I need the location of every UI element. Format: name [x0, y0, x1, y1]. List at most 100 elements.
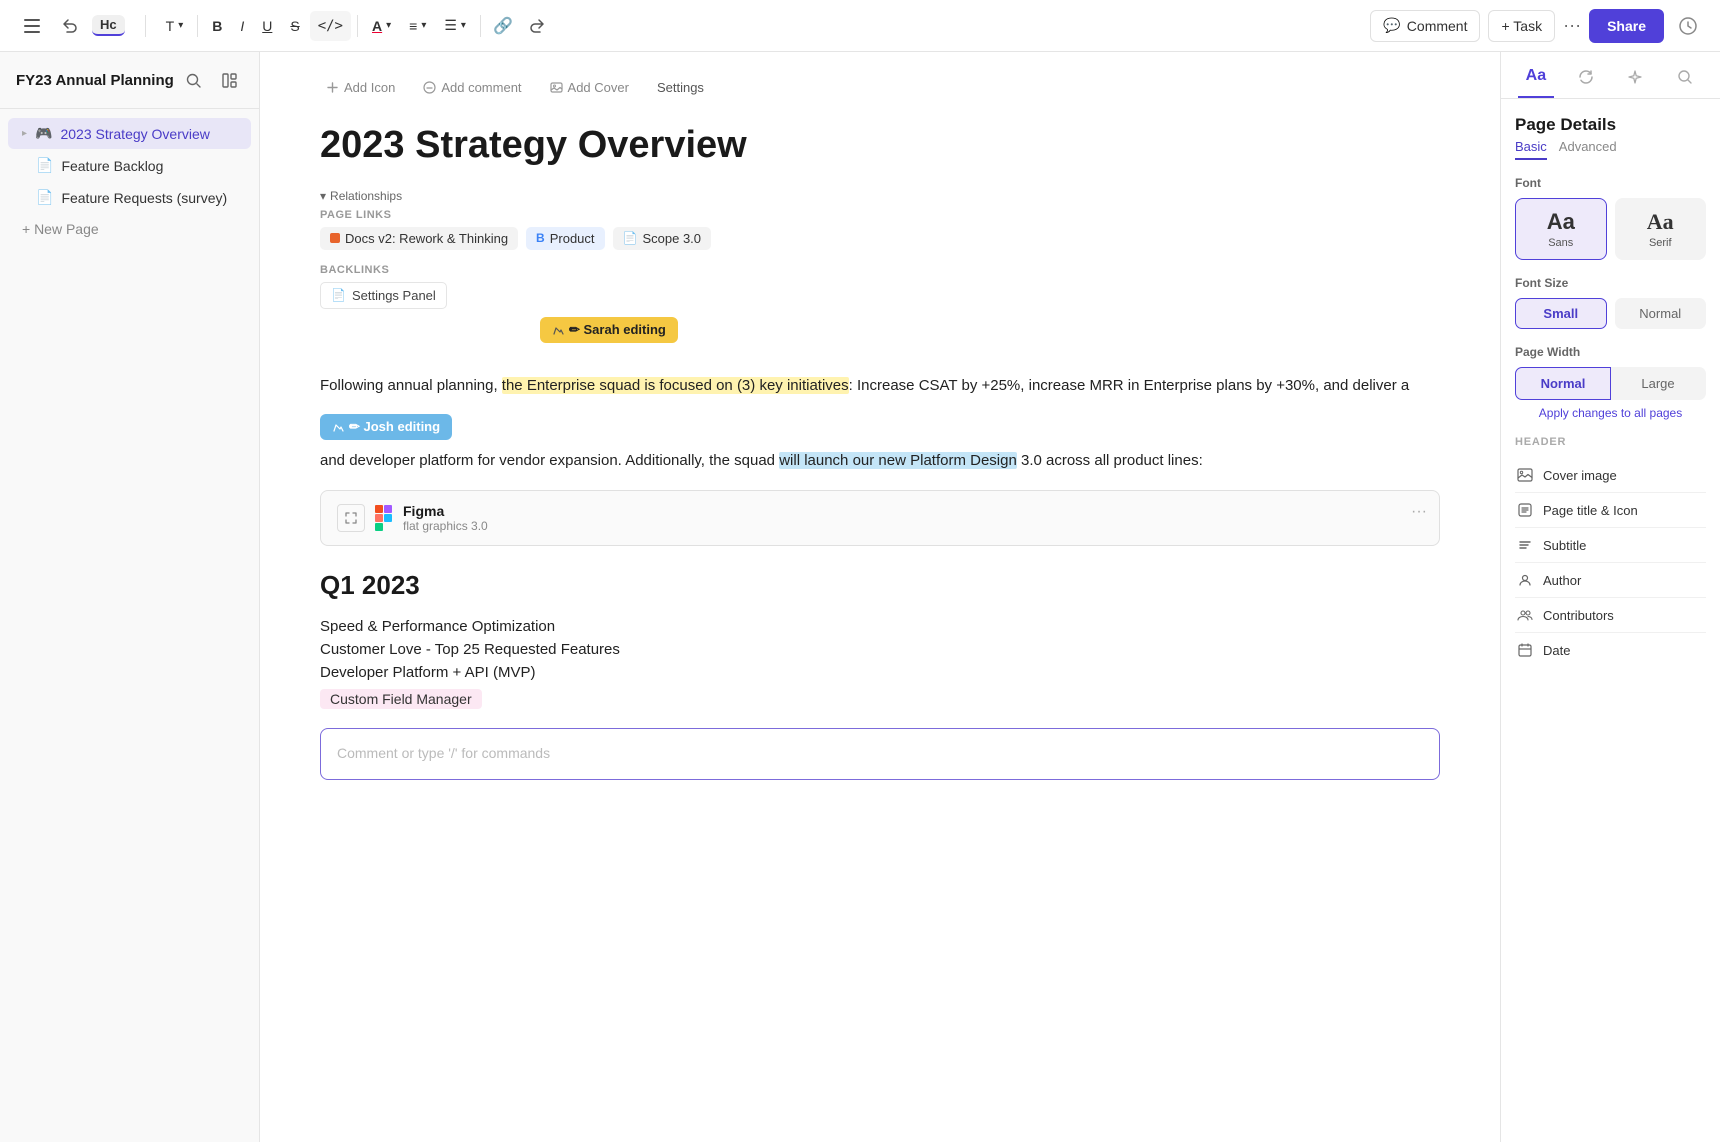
- panel-tab-refresh-icon[interactable]: [1568, 62, 1604, 98]
- new-page-btn[interactable]: + New Page: [8, 214, 251, 244]
- contributors-label: Contributors: [1543, 608, 1614, 623]
- highlight-enterprise: the Enterprise squad is focused on (3) k…: [502, 377, 849, 394]
- align-btn[interactable]: ≡ ▾: [401, 11, 434, 41]
- width-option-normal[interactable]: Normal: [1515, 367, 1611, 400]
- date-label: Date: [1543, 643, 1570, 658]
- header-option-date[interactable]: Date: [1515, 633, 1706, 667]
- font-option-serif[interactable]: Aa Serif: [1615, 198, 1707, 260]
- collaboration-bar: ✏ Sarah editing: [320, 325, 1440, 365]
- page-meta-bar: Add Icon Add comment Add Cover Settings: [320, 76, 1440, 103]
- panel-section-title: Page Details: [1515, 115, 1706, 135]
- comment-btn[interactable]: 💬 Comment: [1370, 10, 1480, 42]
- bold-btn[interactable]: B: [204, 11, 230, 41]
- main-layout: FY23 Annual Planning ▸ 🎮 2023 Strategy O…: [0, 52, 1720, 1142]
- cover-image-label: Cover image: [1543, 468, 1617, 483]
- toolbar: Hc T ▾ B I U S </> A ▾ ≡ ▾ ☰ ▾ 🔗: [0, 0, 1720, 52]
- header-option-page-title-icon[interactable]: Page title & Icon: [1515, 493, 1706, 528]
- josh-badge-label: ✏ Josh editing: [349, 419, 440, 435]
- backlink-icon: 📄: [331, 288, 346, 302]
- body-text-2: : Increase CSAT by +25%, increase MRR in…: [849, 377, 1410, 394]
- size-options: Small Normal: [1515, 298, 1706, 329]
- strategy-icon: 🎮: [35, 125, 52, 142]
- sarah-badge: ✏ Sarah editing: [540, 317, 678, 343]
- size-option-normal[interactable]: Normal: [1615, 298, 1707, 329]
- header-option-subtitle[interactable]: Subtitle: [1515, 528, 1706, 563]
- author-icon: [1515, 570, 1535, 590]
- divider-3: [357, 15, 358, 37]
- q1-list: Speed & Performance Optimization Custome…: [320, 615, 1440, 712]
- list-item: Customer Love - Top 25 Requested Feature…: [320, 638, 1440, 661]
- panel-tab-search-icon[interactable]: [1667, 62, 1703, 98]
- sidebar-item-requests[interactable]: 📄 Feature Requests (survey): [8, 182, 251, 213]
- backlink-settings[interactable]: 📄 Settings Panel: [320, 282, 447, 309]
- font-label: Font: [1515, 176, 1706, 190]
- apply-changes-link[interactable]: Apply changes to all pages: [1515, 406, 1706, 420]
- sarah-badge-label: ✏ Sarah editing: [569, 322, 666, 338]
- add-cover-btn[interactable]: Add Cover: [544, 76, 635, 99]
- breadcrumb-text: Hc: [100, 17, 117, 32]
- share-btn[interactable]: Share: [1589, 9, 1664, 43]
- body-paragraph-2: ✏ Josh editing and developer platform fo…: [320, 414, 1440, 474]
- italic-btn[interactable]: I: [232, 11, 252, 41]
- sidebar-item-strategy[interactable]: ▸ 🎮 2023 Strategy Overview: [8, 118, 251, 149]
- sidebar-search-btn[interactable]: [179, 66, 207, 94]
- task-btn[interactable]: + Task: [1488, 10, 1555, 42]
- font-size-label: Font Size: [1515, 276, 1706, 290]
- panel-tab-sparkle-icon[interactable]: [1617, 62, 1653, 98]
- sidebar-item-backlog[interactable]: 📄 Feature Backlog: [8, 150, 251, 181]
- menu-icon-btn[interactable]: [16, 10, 48, 42]
- code-btn[interactable]: </>: [310, 11, 351, 41]
- settings-btn[interactable]: Settings: [651, 76, 710, 99]
- toolbar-right: 💬 Comment + Task ··· Share: [1370, 9, 1704, 43]
- size-option-small[interactable]: Small: [1515, 298, 1607, 329]
- comment-placeholder: Comment or type '/' for commands: [337, 745, 550, 761]
- header-option-cover[interactable]: Cover image: [1515, 458, 1706, 493]
- page-title-icon-icon: [1515, 500, 1535, 520]
- list-btn[interactable]: ☰ ▾: [436, 11, 474, 41]
- divider-2: [197, 15, 198, 37]
- figma-embed[interactable]: Figma flat graphics 3.0 ···: [320, 490, 1440, 546]
- undo2-btn[interactable]: [521, 10, 553, 42]
- underline-btn[interactable]: U: [254, 11, 280, 41]
- serif-name: Serif: [1649, 237, 1672, 249]
- add-icon-btn[interactable]: Add Icon: [320, 76, 401, 99]
- tab-basic[interactable]: Basic: [1515, 139, 1547, 160]
- width-option-large[interactable]: Large: [1611, 367, 1706, 400]
- workspace-title: FY23 Annual Planning: [16, 72, 174, 89]
- breadcrumb-btn[interactable]: Hc: [92, 15, 125, 36]
- font-color-btn[interactable]: A ▾: [364, 11, 399, 41]
- header-option-contributors[interactable]: Contributors: [1515, 598, 1706, 633]
- strike-btn[interactable]: S: [282, 11, 307, 41]
- figma-more-btn[interactable]: ···: [1411, 503, 1427, 521]
- text-format-group: T ▾ B I U S </> A ▾ ≡ ▾ ☰ ▾ 🔗: [158, 10, 553, 42]
- header-option-author[interactable]: Author: [1515, 563, 1706, 598]
- body-paragraph-1: Following annual planning, the Enterpris…: [320, 373, 1440, 399]
- josh-badge: ✏ Josh editing: [320, 414, 452, 440]
- text-style-btn[interactable]: T ▾: [158, 11, 192, 41]
- history-btn[interactable]: [1672, 10, 1704, 42]
- font-option-sans[interactable]: Aa Sans: [1515, 198, 1607, 260]
- panel-tab-text-icon[interactable]: Aa: [1518, 62, 1554, 98]
- relationships-toggle[interactable]: ▾ Relationships: [320, 189, 1440, 203]
- sidebar-item-label: 2023 Strategy Overview: [60, 126, 239, 142]
- toolbar-left: Hc: [16, 10, 125, 42]
- comment-box[interactable]: Comment or type '/' for commands: [320, 728, 1440, 780]
- figma-subtitle: flat graphics 3.0: [403, 519, 1423, 533]
- page-link-product[interactable]: B Product: [526, 227, 604, 250]
- serif-preview: Aa: [1647, 209, 1674, 235]
- undo-btn[interactable]: [54, 10, 86, 42]
- list-item: Developer Platform + API (MVP): [320, 661, 1440, 684]
- page-link-scope[interactable]: 📄 Scope 3.0: [613, 227, 712, 250]
- add-comment-btn[interactable]: Add comment: [417, 76, 527, 99]
- link-btn[interactable]: 🔗: [487, 10, 519, 42]
- tab-advanced[interactable]: Advanced: [1559, 139, 1617, 160]
- sidebar-layout-btn[interactable]: [215, 66, 243, 94]
- sans-preview: Aa: [1547, 209, 1575, 235]
- more-menu-btn[interactable]: ···: [1563, 15, 1581, 36]
- header-section-label: HEADER: [1515, 436, 1706, 448]
- backlinks-label: BACKLINKS: [320, 264, 1440, 276]
- relationships-section: ▾ Relationships PAGE LINKS Docs v2: Rewo…: [320, 189, 1440, 309]
- figma-name: Figma: [403, 503, 1423, 519]
- page-link-docs[interactable]: Docs v2: Rework & Thinking: [320, 227, 518, 250]
- new-page-label: + New Page: [22, 221, 99, 237]
